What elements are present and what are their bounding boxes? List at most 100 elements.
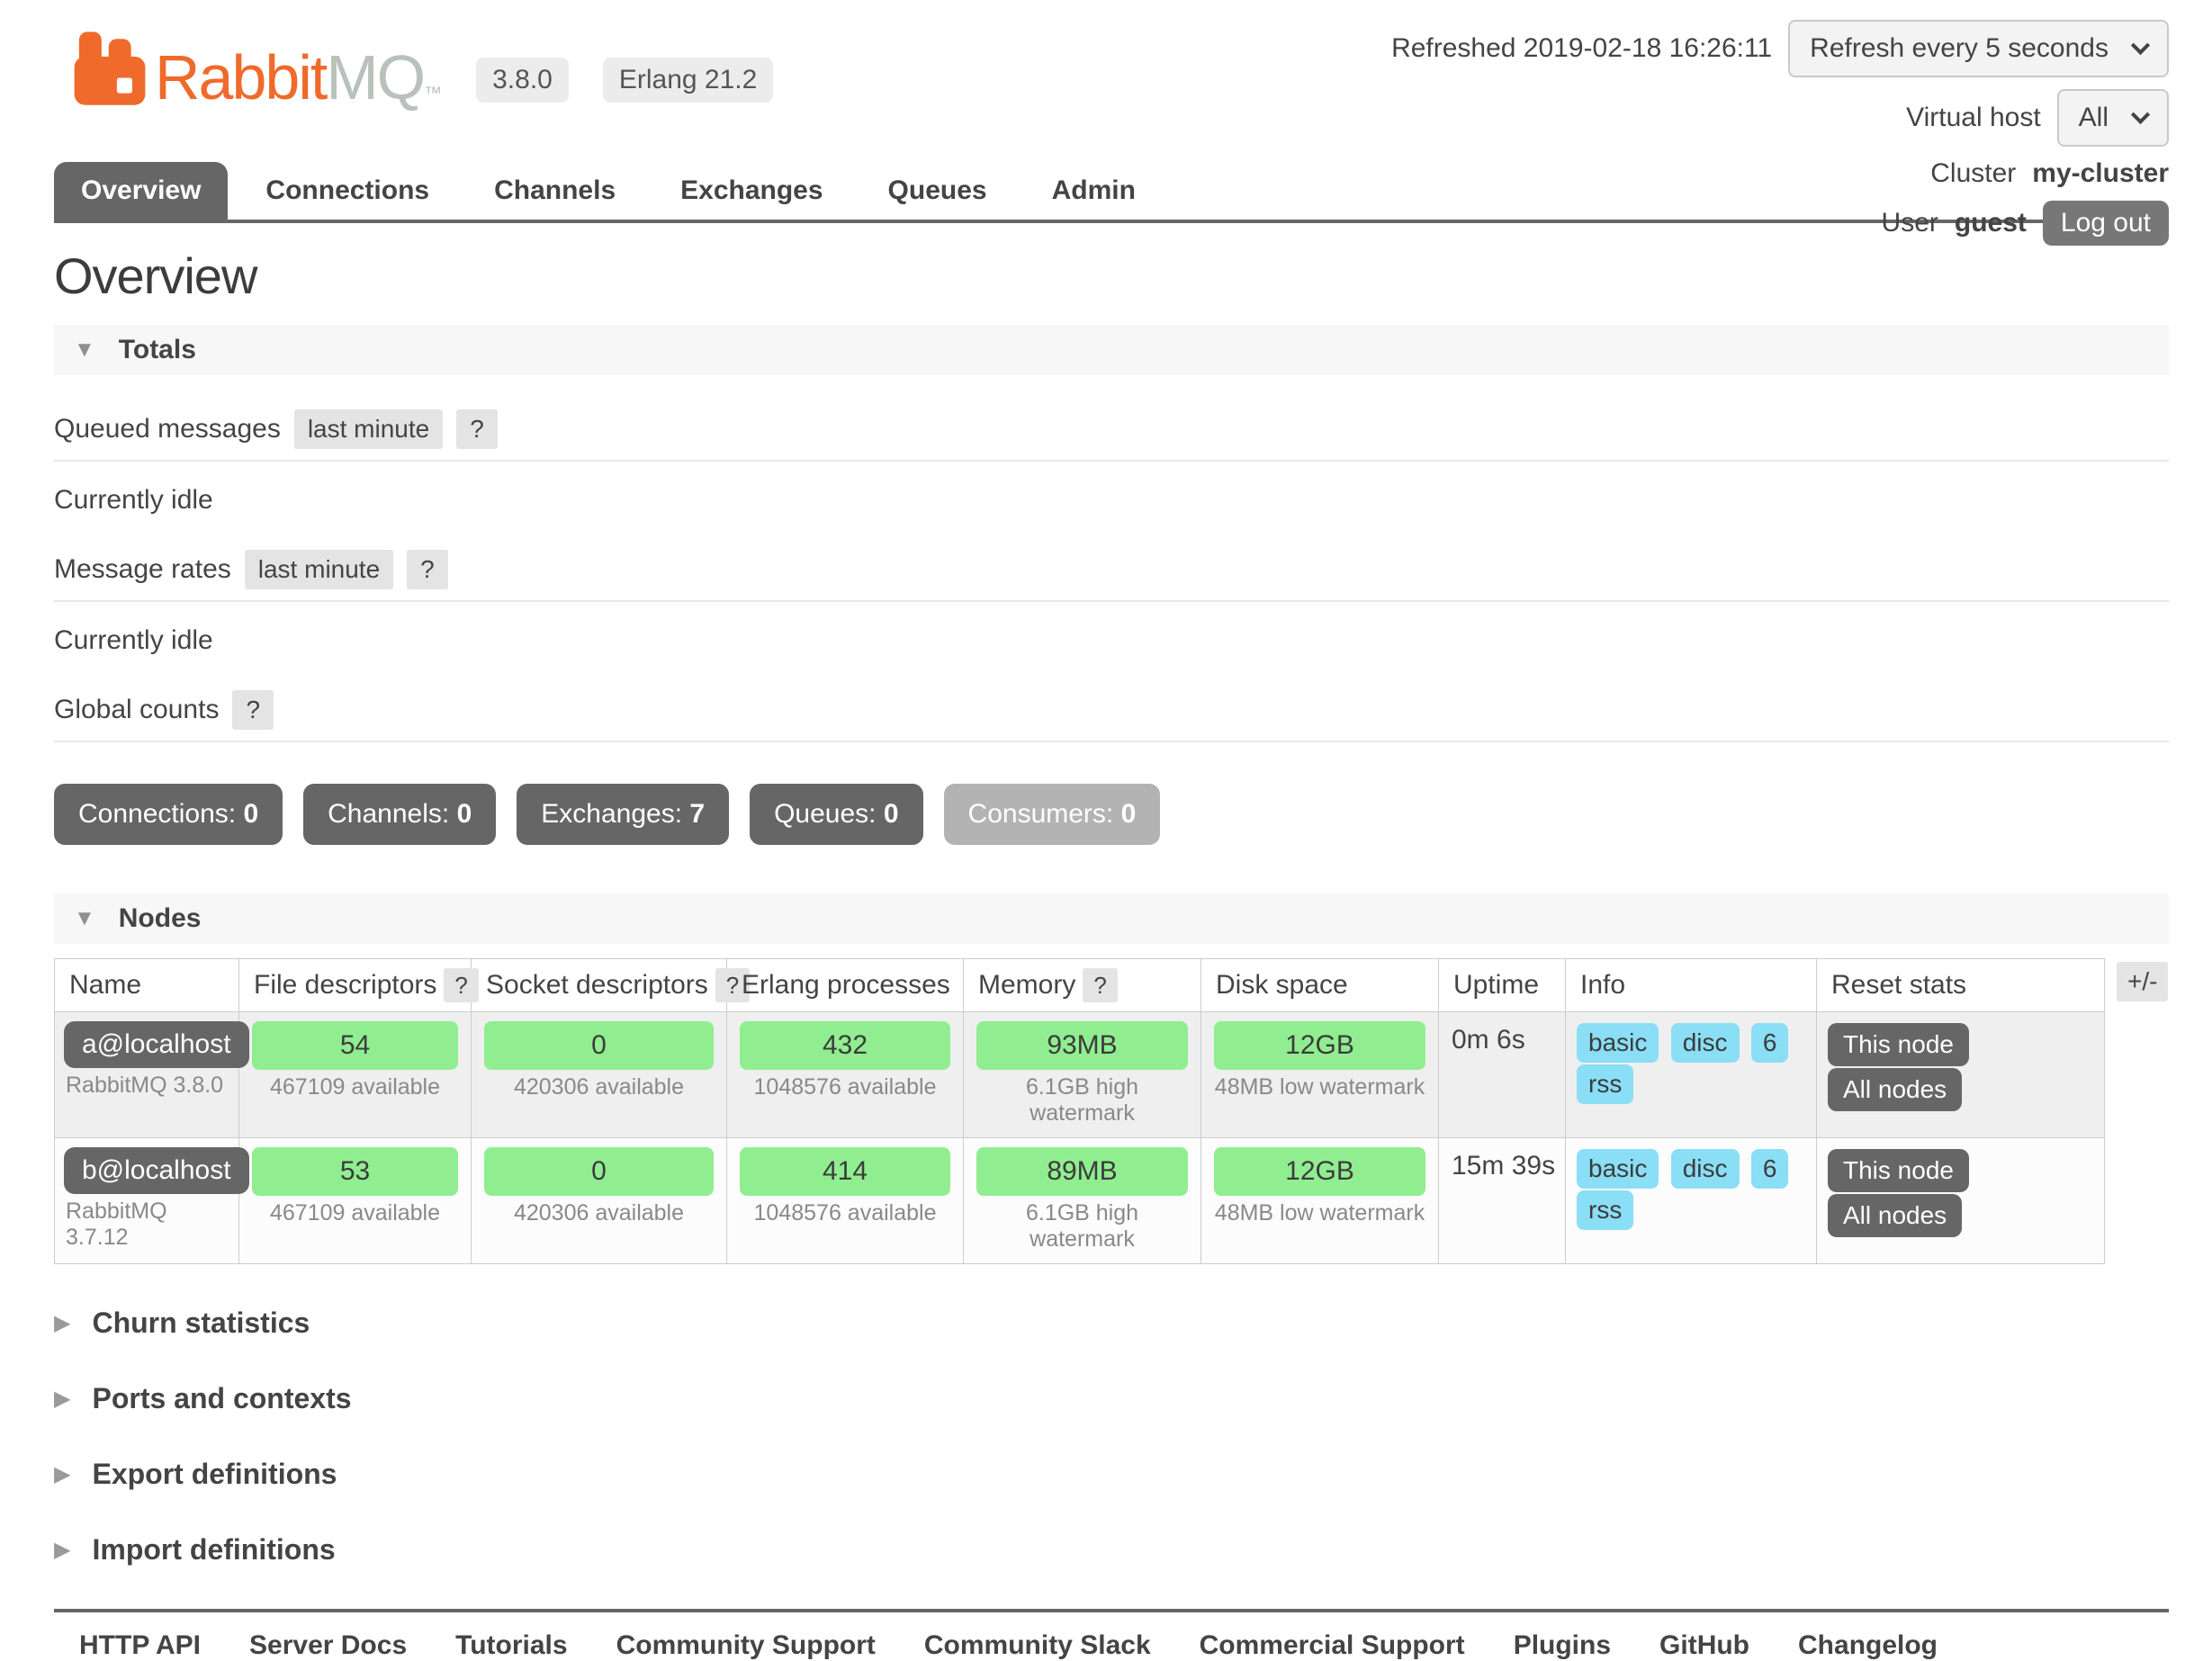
erlang-processes-value: 432 [740, 1021, 950, 1070]
footer-link-github[interactable]: GitHub [1659, 1630, 1749, 1661]
col-reset-stats: Reset stats [1817, 959, 2105, 1012]
footer-link-http-api[interactable]: HTTP API [79, 1630, 201, 1661]
message-rates-help-icon[interactable]: ? [407, 550, 448, 589]
tab-overview[interactable]: Overview [54, 162, 228, 220]
footer-link-community-support[interactable]: Community Support [616, 1630, 876, 1661]
info-badge-rss: rss [1577, 1064, 1633, 1104]
refreshed-timestamp: Refreshed 2019-02-18 16:26:11 [1391, 33, 1772, 64]
disk-space-cell: 12GB 48MB low watermark [1201, 1012, 1439, 1138]
global-counts-label: Global counts [54, 695, 219, 725]
queued-messages-help-icon[interactable]: ? [456, 409, 498, 449]
message-rates-heading: Message rates last minute ? [54, 546, 2169, 602]
nodes-table: Name File descriptors? Socket descriptor… [54, 958, 2105, 1264]
reset-this-node-button[interactable]: This node [1828, 1149, 1969, 1192]
exchanges-count-button[interactable]: Exchanges: 7 [517, 784, 729, 845]
erlang-processes-available: 1048576 available [734, 1196, 956, 1232]
ports-and-contexts-label: Ports and contexts [92, 1382, 351, 1415]
rabbitmq-logo[interactable]: RabbitMQ™ 3.8.0 Erlang 21.2 [70, 31, 773, 106]
node-row-a: a@localhost RabbitMQ 3.8.0 54 467109 ava… [55, 1012, 2105, 1138]
rabbitmq-version-badge: 3.8.0 [476, 58, 569, 103]
col-socket-descriptors: Socket descriptors? [472, 959, 727, 1012]
consumers-count-value: 0 [1121, 799, 1137, 829]
cluster-name: my-cluster [2032, 158, 2169, 189]
memory-watermark: 6.1GB high watermark [971, 1196, 1193, 1258]
footer-link-tutorials[interactable]: Tutorials [455, 1630, 567, 1661]
disk-space-watermark: 48MB low watermark [1209, 1196, 1431, 1232]
col-erlang-processes: Erlang processes [727, 959, 964, 1012]
disk-space-value: 12GB [1214, 1021, 1425, 1070]
info-badge-disc: disc [1671, 1149, 1740, 1189]
wordmark-mq: MQ [326, 42, 424, 112]
nodes-section-header[interactable]: ▼ Nodes [54, 893, 2169, 944]
message-rates-filter-badge[interactable]: last minute [245, 550, 393, 589]
trademark-symbol: ™ [424, 84, 440, 103]
column-toggle-button[interactable]: +/- [2117, 962, 2168, 1001]
top-header: RabbitMQ™ 3.8.0 Erlang 21.2 Refreshed 20… [54, 0, 2169, 223]
virtual-host-dropdown[interactable]: All [2057, 89, 2169, 147]
col-uptime: Uptime [1439, 959, 1566, 1012]
memory-help-icon[interactable]: ? [1083, 968, 1117, 1002]
nodes-section-label: Nodes [119, 903, 202, 934]
info-badge-cores: 6 [1751, 1023, 1789, 1063]
queued-messages-label: Queued messages [54, 414, 281, 444]
tab-channels[interactable]: Channels [467, 162, 643, 220]
exchanges-count-label: Exchanges: [541, 799, 682, 829]
totals-section-header[interactable]: ▼ Totals [54, 325, 2169, 375]
channels-count-button[interactable]: Channels: 0 [303, 784, 496, 845]
global-counts-help-icon[interactable]: ? [232, 690, 274, 730]
node-version: RabbitMQ 3.7.12 [62, 1196, 231, 1254]
reset-stats-cell: This node All nodes [1817, 1012, 2105, 1138]
footer-link-plugins[interactable]: Plugins [1514, 1630, 1611, 1661]
nodes-table-wrapper: Name File descriptors? Socket descriptor… [54, 958, 2169, 1264]
wordmark-rabbit: Rabbit [155, 42, 326, 112]
info-badge-cores: 6 [1751, 1149, 1789, 1189]
exchanges-count-value: 7 [689, 799, 705, 829]
erlang-processes-cell: 432 1048576 available [727, 1012, 964, 1138]
reset-all-nodes-button[interactable]: All nodes [1828, 1068, 1962, 1111]
reset-all-nodes-button[interactable]: All nodes [1828, 1194, 1962, 1237]
uptime-cell: 15m 39s [1439, 1138, 1566, 1264]
triangle-right-icon: ▶ [54, 1386, 70, 1412]
connections-count-button[interactable]: Connections: 0 [54, 784, 283, 845]
tab-exchanges[interactable]: Exchanges [653, 162, 850, 220]
virtual-host-label: Virtual host [1906, 103, 2041, 133]
tab-queues[interactable]: Queues [861, 162, 1014, 220]
reset-this-node-button[interactable]: This node [1828, 1023, 1969, 1066]
page-title: Overview [54, 247, 2169, 305]
import-definitions-section[interactable]: ▶ Import definitions [54, 1533, 2169, 1567]
file-descriptors-help-icon[interactable]: ? [444, 968, 478, 1002]
logout-button[interactable]: Log out [2043, 201, 2169, 246]
ports-and-contexts-section[interactable]: ▶ Ports and contexts [54, 1382, 2169, 1415]
triangle-down-icon: ▼ [74, 337, 95, 363]
tab-connections[interactable]: Connections [238, 162, 456, 220]
disk-space-value: 12GB [1214, 1147, 1425, 1196]
refresh-interval-dropdown[interactable]: Refresh every 5 seconds [1788, 20, 2169, 77]
socket-descriptors-value: 0 [484, 1021, 714, 1070]
chevron-down-icon [2131, 35, 2150, 54]
memory-value: 89MB [976, 1147, 1188, 1196]
export-definitions-section[interactable]: ▶ Export definitions [54, 1458, 2169, 1491]
col-disk-space: Disk space [1201, 959, 1439, 1012]
refresh-interval-value: Refresh every 5 seconds [1810, 33, 2109, 64]
node-row-b: b@localhost RabbitMQ 3.7.12 53 467109 av… [55, 1138, 2105, 1264]
node-name-badge[interactable]: a@localhost [64, 1021, 249, 1068]
file-descriptors-value: 54 [252, 1021, 458, 1070]
file-descriptors-cell: 54 467109 available [239, 1012, 472, 1138]
footer-link-changelog[interactable]: Changelog [1798, 1630, 1938, 1661]
footer-link-community-slack[interactable]: Community Slack [924, 1630, 1151, 1661]
footer-link-server-docs[interactable]: Server Docs [249, 1630, 407, 1661]
file-descriptors-value: 53 [252, 1147, 458, 1196]
queued-messages-status: Currently idle [54, 485, 2169, 516]
queued-messages-filter-badge[interactable]: last minute [294, 409, 443, 449]
uptime-cell: 0m 6s [1439, 1012, 1566, 1138]
node-name-badge[interactable]: b@localhost [64, 1147, 249, 1194]
triangle-down-icon: ▼ [74, 906, 95, 931]
churn-statistics-section[interactable]: ▶ Churn statistics [54, 1306, 2169, 1340]
churn-statistics-label: Churn statistics [92, 1306, 310, 1340]
tab-admin[interactable]: Admin [1025, 162, 1163, 220]
channels-count-value: 0 [457, 799, 472, 829]
queues-count-button[interactable]: Queues: 0 [750, 784, 922, 845]
footer-link-commercial-support[interactable]: Commercial Support [1200, 1630, 1465, 1661]
triangle-right-icon: ▶ [54, 1310, 70, 1336]
erlang-processes-value: 414 [740, 1147, 950, 1196]
